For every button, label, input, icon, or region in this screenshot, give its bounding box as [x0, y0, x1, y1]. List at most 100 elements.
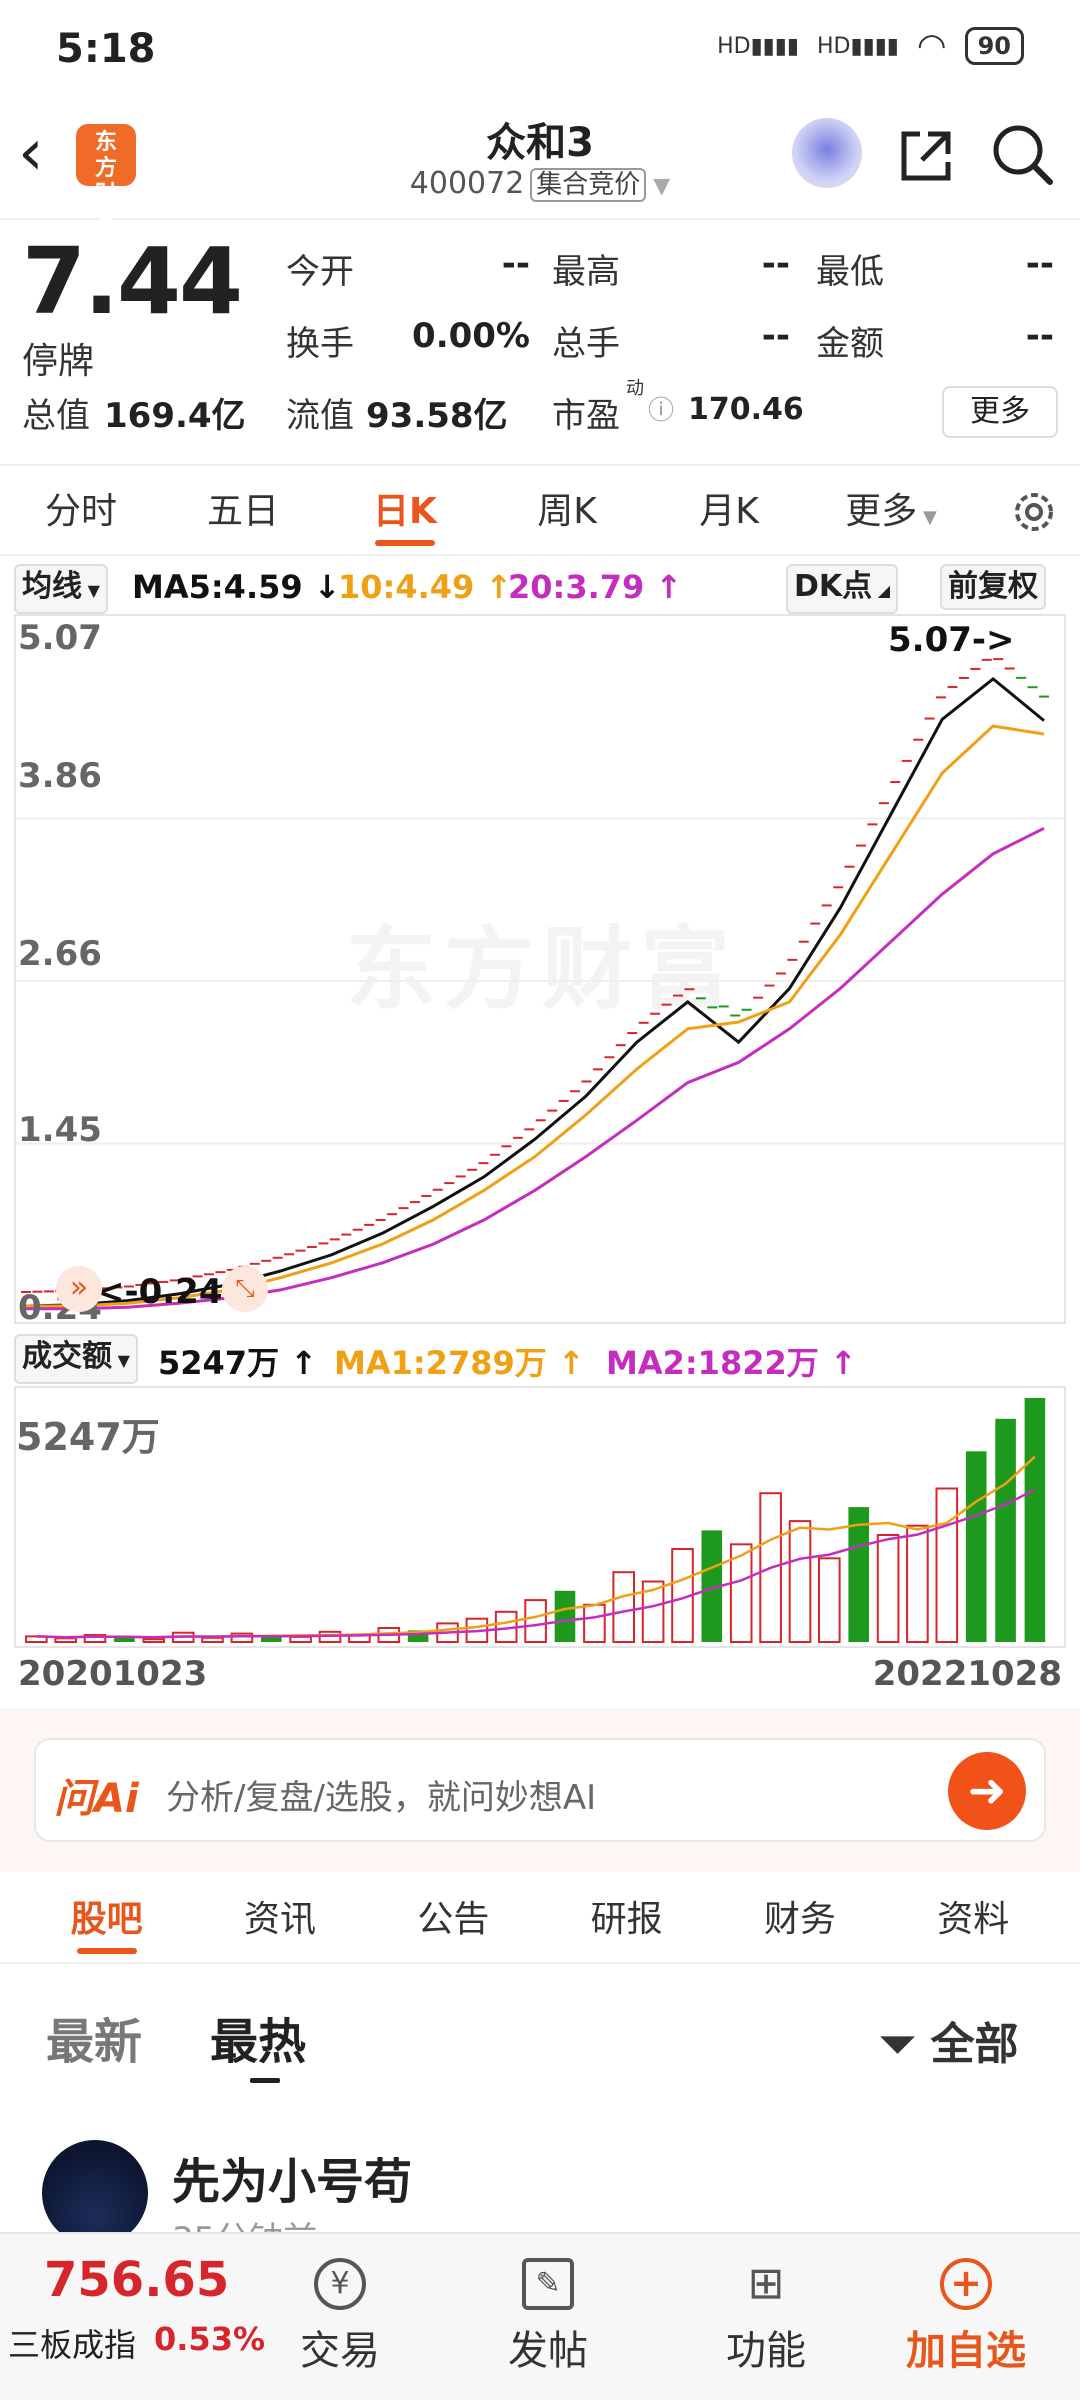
- last-price: 7.44: [22, 228, 243, 335]
- ma20-legend: 20:3.79 ↑: [508, 568, 683, 606]
- adjust-toggle[interactable]: 前复权: [940, 564, 1046, 610]
- signal-icon-2: HD▮▮▮▮: [817, 33, 899, 59]
- functions-button[interactable]: ⊞ 功能: [726, 2258, 806, 2376]
- kline-svg: [16, 658, 1064, 1311]
- arrow-right-icon[interactable]: ➜: [948, 1752, 1026, 1830]
- info-icon[interactable]: ⓘ: [648, 390, 674, 427]
- volume-bar: [524, 1599, 547, 1644]
- volume-axis-max: 5247万: [16, 1415, 160, 1459]
- settings-icon[interactable]: [1008, 486, 1060, 538]
- volume-bar: [935, 1487, 959, 1643]
- tab-monthly-k[interactable]: 月K: [648, 466, 810, 554]
- turnover-value: 0.00%: [412, 316, 530, 356]
- volume-bar: [848, 1507, 869, 1642]
- avatar[interactable]: [42, 2140, 148, 2246]
- yuan-icon: ¥: [314, 2258, 366, 2310]
- search-icon[interactable]: [988, 120, 1058, 190]
- ai-placeholder: 分析/复盘/选股，就问妙想AI: [166, 1778, 597, 1818]
- fullscreen-icon[interactable]: ⤡: [222, 1266, 268, 1312]
- index-value[interactable]: 756.65: [44, 2252, 229, 2308]
- volume-value: --: [761, 316, 790, 356]
- plus-circle-icon: +: [940, 2258, 992, 2310]
- pe-label: 市盈: [552, 396, 620, 436]
- volume-bar: [906, 1524, 929, 1643]
- volume-label: 总手: [552, 324, 620, 364]
- min-annotation: <-0.24: [96, 1272, 223, 1312]
- volume-bar: [54, 1637, 78, 1644]
- post-item[interactable]: 先为小号苟 35分钟前: [0, 2130, 1080, 2260]
- info-tabs: 股吧 资讯 公告 研报 财务 资料: [0, 1876, 1080, 1964]
- expand-left-icon[interactable]: »: [56, 1266, 102, 1312]
- tab-daily-k[interactable]: 日K: [324, 466, 486, 554]
- signal-icon: HD▮▮▮▮: [717, 33, 799, 59]
- trade-mode-badge: 集合竞价: [530, 168, 647, 202]
- ma10-legend: 10:4.49 ↑: [338, 568, 513, 606]
- tab-guba[interactable]: 股吧: [71, 1876, 143, 1962]
- volume-value: 5247万 ↑: [158, 1344, 318, 1382]
- indicator-selector[interactable]: 均线 ▼: [14, 564, 108, 614]
- axis-label-4: 1.45: [18, 1110, 102, 1150]
- battery-icon: 90: [964, 27, 1024, 65]
- volume-bar: [965, 1451, 987, 1642]
- status-bar: 5:18 HD▮▮▮▮ HD▮▮▮▮ ◠ 90: [0, 0, 1080, 100]
- tab-profile[interactable]: 资料: [937, 1876, 1009, 1962]
- volume-ma2: MA2:1822万 ↑: [606, 1344, 857, 1382]
- ai-strip: 问Ai 分析/复盘/选股，就问妙想AI ➜: [0, 1708, 1080, 1872]
- tab-weekly-k[interactable]: 周K: [486, 466, 648, 554]
- index-name[interactable]: 三板成指: [8, 2320, 136, 2366]
- float-label: 流值: [286, 396, 354, 436]
- ma-line-ma5: [25, 676, 1045, 1308]
- ma-line-20: [26, 826, 1045, 1311]
- volume-indicator-selector[interactable]: 成交额 ▼: [14, 1334, 138, 1384]
- tab-more[interactable]: 更多 ▼: [810, 466, 972, 554]
- ai-logo: 问Ai: [54, 1776, 139, 1822]
- high-value: --: [761, 244, 790, 284]
- tab-news[interactable]: 资讯: [244, 1876, 316, 1962]
- volume-bar: [788, 1520, 812, 1644]
- axis-label-3: 2.66: [18, 934, 102, 974]
- share-icon[interactable]: [892, 120, 962, 190]
- volume-legend-row: 成交额 ▼ 5247万 ↑ MA1:2789万 ↑ MA2:1822万 ↑: [0, 1330, 1080, 1384]
- wifi-icon: ◠: [916, 26, 947, 66]
- ai-search-box[interactable]: 问Ai 分析/复盘/选股，就问妙想AI ➜: [34, 1738, 1046, 1842]
- pe-sup: 动: [626, 378, 644, 399]
- date-start: 20201023: [18, 1654, 208, 1694]
- volume-bar: [289, 1635, 312, 1643]
- edit-icon: ✎: [522, 2258, 574, 2310]
- date-end: 20221028: [872, 1654, 1062, 1694]
- open-label: 今开: [286, 252, 354, 292]
- post-button[interactable]: ✎ 发帖: [508, 2258, 588, 2376]
- filter-button[interactable]: ⏷ 全部: [880, 2008, 1019, 2072]
- max-annotation: 5.07->: [888, 620, 1015, 660]
- add-watchlist-button[interactable]: + 加自选: [906, 2258, 1026, 2376]
- tab-announcements[interactable]: 公告: [417, 1876, 489, 1962]
- sort-hot-indicator: [250, 2078, 280, 2083]
- kline-chart[interactable]: 东方财富 5.07 3.86 2.66 1.45 0.24 5.07-> <-0…: [14, 614, 1066, 1328]
- status-icons: HD▮▮▮▮ HD▮▮▮▮ ◠ 90: [717, 26, 1024, 66]
- dk-point-toggle[interactable]: DK点 ◢: [786, 564, 899, 614]
- tab-five-day[interactable]: 五日: [162, 466, 324, 554]
- more-button[interactable]: 更多: [942, 386, 1058, 438]
- ma5-legend: MA5:4.59 ↓: [132, 568, 341, 606]
- tab-intraday[interactable]: 分时: [0, 466, 162, 554]
- volume-ma1-line: [36, 1455, 1036, 1639]
- volume-ma1: MA1:2789万 ↑: [334, 1344, 585, 1382]
- ai-robot-icon[interactable]: [792, 118, 862, 188]
- filter-icon: ⏷: [880, 2019, 931, 2070]
- axis-label-2: 3.86: [18, 756, 102, 796]
- mcap-value: 169.4亿: [104, 396, 246, 436]
- tab-research[interactable]: 研报: [591, 1876, 663, 1962]
- volume-chart[interactable]: 5247万: [14, 1386, 1066, 1648]
- open-value: --: [501, 244, 530, 284]
- trade-button[interactable]: ¥ 交易: [300, 2258, 380, 2376]
- tab-finance[interactable]: 财务: [764, 1876, 836, 1962]
- stock-code: 400072: [409, 166, 525, 201]
- grid-icon: ⊞: [747, 2258, 785, 2309]
- high-label: 最高: [552, 252, 620, 292]
- sort-latest[interactable]: 最新: [46, 2002, 142, 2072]
- post-author[interactable]: 先为小号苟: [172, 2142, 412, 2212]
- volume-bar: [1024, 1398, 1046, 1642]
- volume-bar: [876, 1534, 900, 1643]
- chevron-down-icon: ▼: [646, 174, 671, 199]
- sort-hot[interactable]: 最热: [210, 2002, 306, 2072]
